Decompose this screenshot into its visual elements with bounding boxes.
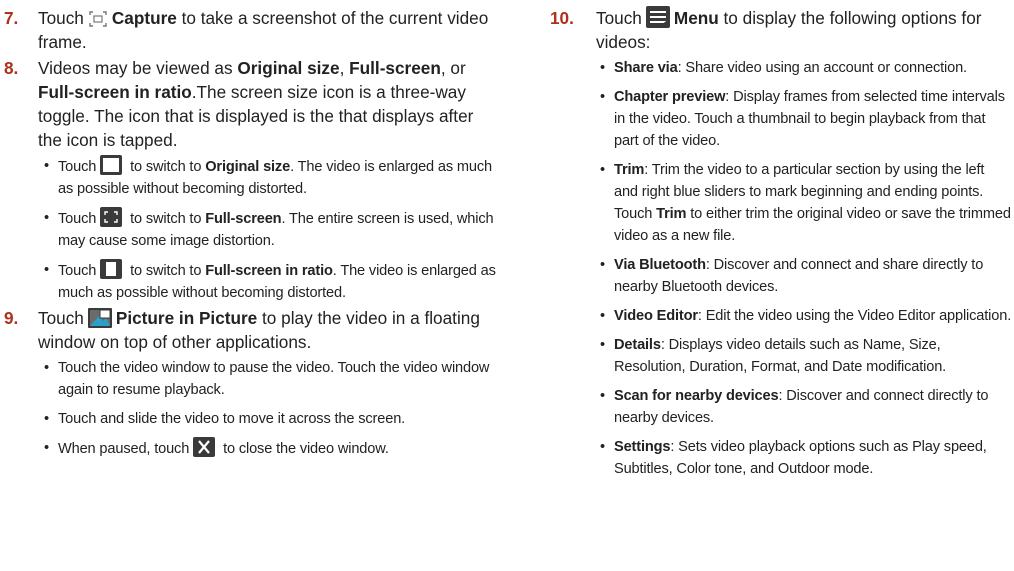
full-screen-icon [100,207,123,227]
step-8: 8. Videos may be viewed as Original size… [4,56,496,304]
option-text: : Share video using an account or connec… [677,60,968,76]
bullet-text: Touch [58,211,97,227]
list-item: Touch the video window to pause the vide… [44,357,496,401]
menu-options-list: Share via: Share video using an account … [596,57,1012,480]
step-10: 10. Touch Menu to display the following o… [550,6,1012,480]
bullet-bold: Original size [205,159,291,175]
pip-list: Touch the video window to pause the vide… [38,357,496,460]
list-item: Details: Displays video details such as … [600,334,1012,378]
bullet-text: Touch [58,263,97,279]
close-icon [193,437,216,457]
list-item: Share via: Share video using an account … [600,57,1012,79]
step-text: Videos may be viewed as [38,58,238,78]
capture-label: Capture [111,8,177,28]
step-7: 7. Touch Capture to take a screenshot of … [4,6,496,54]
option-text: : Edit the video using the Video Editor … [697,308,1012,324]
list-item: Settings: Sets video playback options su… [600,436,1012,480]
menu-icon [645,6,670,28]
option-name: Scan for nearby devices [614,388,779,404]
list-item: Touch to switch to Original size. The vi… [44,155,496,200]
option-name: Trim [614,162,645,178]
full-screen-ratio-icon [100,259,123,279]
option-name: Chapter preview [614,89,726,105]
capture-icon [88,10,108,28]
bullet-text: to close the video window. [219,441,389,457]
option-name: Via Bluetooth [614,257,706,273]
step-text: Touch [596,8,642,28]
right-column: 10. Touch Menu to display the following o… [550,6,1012,480]
picture-in-picture-label: Picture in Picture [115,308,258,328]
list-item: Touch and slide the video to move it acr… [44,408,496,430]
bullet-bold: Full-screen in ratio [205,263,333,279]
list-item: Scan for nearby devices: Discover and co… [600,385,1012,429]
list-item: Via Bluetooth: Discover and connect and … [600,254,1012,298]
step-text: Touch [38,308,84,328]
list-item: Touch to switch to Full-screen in ratio.… [44,259,496,304]
option-text: : Sets video playback options such as Pl… [614,439,987,477]
list-item: Video Editor: Edit the video using the V… [600,305,1012,327]
step-text: Touch [38,8,84,28]
step-number: 9. [4,308,19,328]
menu-label: Menu [673,8,719,28]
left-column: 7. Touch Capture to take a screenshot of … [4,6,496,460]
original-size-icon [100,155,123,175]
option-name: Video Editor [614,308,698,324]
option-text: : Displays video details such as Name, S… [614,337,947,375]
bullet-text: When paused, touch [58,441,190,457]
step-text: , [339,58,350,78]
step-number: 7. [4,8,19,28]
option-name: Settings [614,439,671,455]
bullet-text: to switch to [126,211,206,227]
step-text: , or [440,58,466,78]
option-name: Trim [656,206,687,222]
list-item: When paused, touch to close the video wi… [44,437,496,460]
list-item: Trim: Trim the video to a particular sec… [600,159,1012,247]
step-number: 8. [4,58,19,78]
option-name: Details [614,337,661,353]
step-9: 9. Touch Picture in Picture to play the v… [4,306,496,460]
bullet-text: to switch to [126,159,206,175]
picture-in-picture-icon [87,308,112,328]
option-name: Share via [614,60,678,76]
list-item: Touch to switch to Full-screen. The enti… [44,207,496,252]
bullet-bold: Full-screen [205,211,282,227]
full-screen-ratio-label: Full-screen in ratio [38,82,192,102]
original-size-label: Original size [237,58,340,78]
step-number: 10. [550,8,574,28]
bullet-text: to switch to [126,263,206,279]
full-screen-label: Full-screen [349,58,441,78]
bullet-text: Touch [58,159,97,175]
list-item: Chapter preview: Display frames from sel… [600,86,1012,152]
screen-size-list: Touch to switch to Original size. The vi… [38,155,496,304]
